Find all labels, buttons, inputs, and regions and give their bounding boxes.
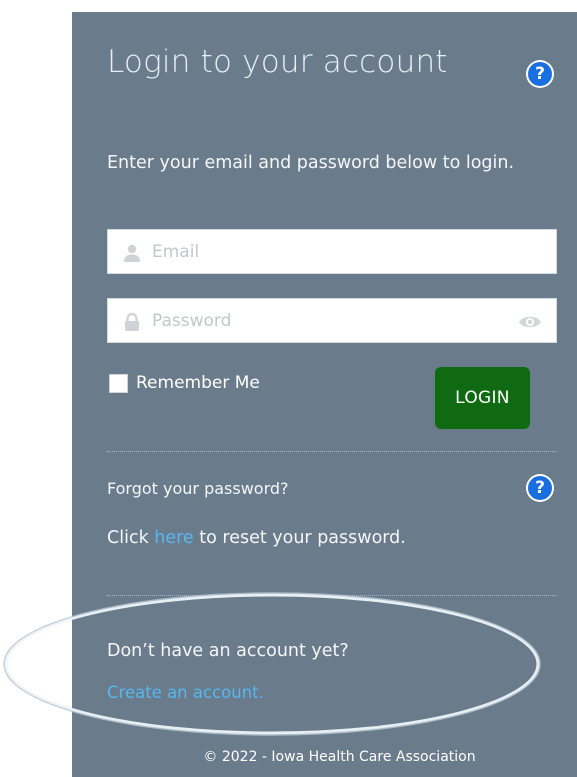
login-button[interactable]: LOGIN xyxy=(435,367,530,429)
email-input[interactable] xyxy=(152,230,502,273)
user-icon xyxy=(124,244,140,262)
page-title: Login to your account xyxy=(107,44,448,80)
help-icon[interactable]: ? xyxy=(526,60,554,88)
remember-me-label: Remember Me xyxy=(136,373,260,393)
password-field[interactable] xyxy=(107,298,557,343)
reset-prefix: Click xyxy=(107,528,155,548)
no-account-text: Don’t have an account yet? xyxy=(107,641,349,661)
divider xyxy=(107,595,557,596)
divider xyxy=(107,451,557,452)
create-account-link[interactable]: Create an account. xyxy=(107,683,264,702)
footer-copyright: © 2022 - Iowa Health Care Association xyxy=(203,749,476,765)
question-mark-icon: ? xyxy=(528,62,552,86)
reset-password-link[interactable]: here xyxy=(154,528,193,548)
reset-suffix: to reset your password. xyxy=(193,528,406,548)
remember-me-checkbox[interactable] xyxy=(109,373,128,393)
email-field[interactable] xyxy=(107,229,557,274)
question-mark-icon: ? xyxy=(528,476,552,500)
password-input[interactable] xyxy=(152,299,502,342)
login-instructions: Enter your email and password below to l… xyxy=(107,153,515,173)
eye-icon[interactable] xyxy=(518,313,542,331)
lock-icon xyxy=(125,312,139,331)
remember-me[interactable]: Remember Me xyxy=(109,373,260,393)
help-icon[interactable]: ? xyxy=(526,474,554,502)
forgot-password-heading: Forgot your password? xyxy=(107,479,289,498)
reset-password-text: Click here to reset your password. xyxy=(107,528,406,548)
